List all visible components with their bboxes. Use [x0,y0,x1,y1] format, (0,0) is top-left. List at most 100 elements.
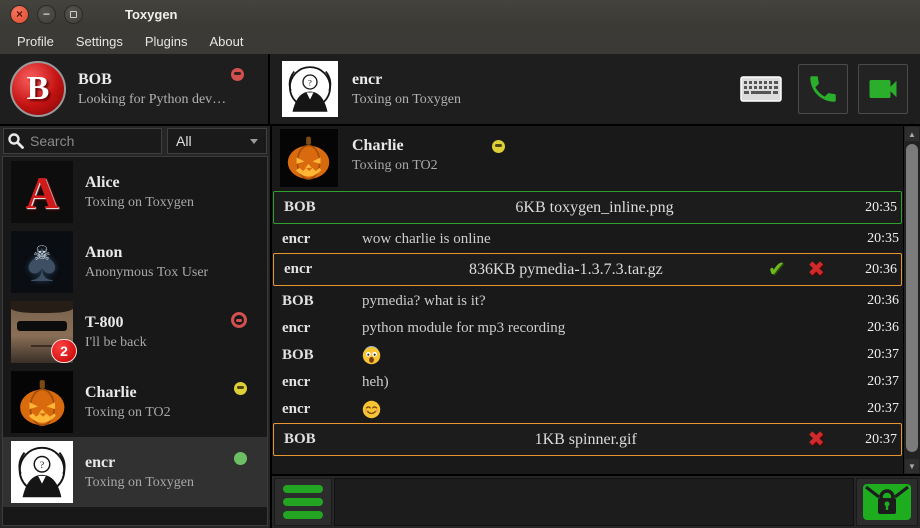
contact-list: A Alice Toxing on Toxygen ♠☠ Anon Anonym… [2,156,268,526]
message-sender: encr [282,231,362,248]
message-content [362,400,827,419]
contact-item-encr[interactable]: ? encr Toxing on Toxygen [3,437,267,507]
accept-file-button[interactable]: ✔ [768,259,786,280]
self-profile-panel[interactable]: B BOB Looking for Python dev… [0,54,270,124]
message-content: 836KB pymedia-1.3.7.3.tar.gz [364,261,768,279]
status-icon-busy-ring [231,312,247,328]
menu-plugins[interactable]: Plugins [134,30,199,53]
search-icon [7,132,25,150]
message-time: 20:37 [853,374,899,390]
message-sender: BOB [282,347,362,364]
scroll-down-arrow[interactable]: ▼ [905,459,919,473]
contact-item-alice[interactable]: A Alice Toxing on Toxygen [3,157,267,227]
toxygen-window: × − Toxygen Profile Settings Plugins Abo… [0,0,920,528]
header: B BOB Looking for Python dev… ? encr Tox… [0,54,920,126]
menu-profile[interactable]: Profile [6,30,65,53]
hamburger-icon [283,485,323,493]
video-camera-icon [865,71,901,107]
contact-status-message: Toxing on TO2 [85,405,171,421]
message-content: pymedia? what is it? [362,293,827,310]
message-time: 20:37 [853,347,899,363]
message-sender: BOB [284,431,364,448]
avatar-letter-a: A [11,161,73,223]
minimize-window-button[interactable]: − [37,5,56,24]
status-icon-away [234,382,247,395]
contact-item-charlie[interactable]: Charlie Toxing on TO2 [3,367,267,437]
message-actions: ✖ [807,429,825,450]
message-input-bar [272,474,920,528]
close-window-button[interactable]: × [10,5,29,24]
scrollbar-thumb[interactable] [906,144,918,452]
status-icon-away [492,140,505,153]
phone-icon [806,72,840,106]
chat-menu-button[interactable] [274,478,332,526]
message-row: encr python module for mp3 recording 20:… [272,315,903,341]
contact-status-message: Anonymous Tox User [85,265,208,281]
audio-call-button[interactable] [798,64,848,114]
chat-area: Charlie Toxing on TO2 BOB 6KB toxygen_in… [270,126,920,528]
video-call-button[interactable] [858,64,908,114]
keyboard-icon [740,76,782,102]
self-name: BOB [78,71,226,89]
contact-name: Alice [85,174,194,192]
sidebar: All A Alice Toxing on Toxygen ♠☠ Anon An… [0,126,270,528]
avatar-spade-skull: ♠☠ [11,231,73,293]
message-row: BOB pymedia? what is it? 20:36 [272,288,903,314]
active-chat-panel: ? encr Toxing on Toxygen [270,54,920,124]
message-time: 20:35 [851,200,897,216]
avatar-anonymous-logo: ? [11,441,73,503]
message-sender: BOB [284,199,364,216]
avatar-bob: B [10,61,66,117]
smiling-emoji [362,400,381,419]
menu-bar: Profile Settings Plugins About [0,28,920,54]
message-content: 6KB toxygen_inline.png [364,199,825,217]
window-title: Toxygen [125,7,178,22]
message-row: encr 836KB pymedia-1.3.7.3.tar.gz ✔✖ 20:… [273,253,902,286]
message-actions: ✔✖ [768,259,825,280]
title-bar: × − Toxygen [0,0,920,28]
contact-status-message: I'll be back [85,335,147,351]
message-content: python module for mp3 recording [362,320,827,337]
unread-count-badge: 2 [51,339,77,363]
message-row: BOB 20:37 [272,342,903,368]
message-input[interactable] [334,478,854,526]
avatar-pumpkin [280,129,338,187]
message-content: wow charlie is online [362,231,827,248]
message-time: 20:35 [853,231,899,247]
menu-about[interactable]: About [198,30,254,53]
decline-file-button[interactable]: ✖ [807,429,825,450]
maximize-window-button[interactable] [64,5,83,24]
svg-text:?: ? [308,78,312,88]
status-icon-busy [231,68,244,81]
message-sender: encr [282,320,362,337]
message-content: 1KB spinner.gif [364,431,807,449]
send-message-button[interactable] [856,478,918,526]
message-sender: BOB [282,293,362,310]
status-icon-online [234,452,247,465]
contact-filter-value: All [176,133,192,149]
chat-history: Charlie Toxing on TO2 BOB 6KB toxygen_in… [272,126,903,474]
search-row: All [3,128,267,154]
message-row: encr heh) 20:37 [272,369,903,395]
avatar-pumpkin [11,371,73,433]
message-row: encr wow charlie is online 20:35 [272,226,903,252]
message-time: 20:36 [853,293,899,309]
menu-settings[interactable]: Settings [65,30,134,53]
avatar-anonymous-logo: ? [282,61,338,117]
chat-scrollbar[interactable]: ▲ ▼ [903,126,920,474]
search-input[interactable] [3,128,162,154]
chat-contact-name: Charlie [352,137,404,155]
contact-name: T-800 [85,314,147,332]
message-content: heh) [362,374,827,391]
contact-item-t-800[interactable]: T-800 I'll be back 2 [3,297,267,367]
scroll-up-arrow[interactable]: ▲ [905,127,919,141]
contact-status-message: Toxing on Toxygen [85,195,194,211]
message-sender: encr [282,374,362,391]
message-list: BOB 6KB toxygen_inline.png 20:35 encr wo… [272,188,903,456]
contact-name: Anon [85,244,208,262]
contact-filter-dropdown[interactable]: All [167,128,267,154]
message-sender: encr [282,401,362,418]
contact-item-anon[interactable]: ♠☠ Anon Anonymous Tox User [3,227,267,297]
message-row: BOB 6KB toxygen_inline.png 20:35 [273,191,902,224]
decline-file-button[interactable]: ✖ [807,259,825,280]
